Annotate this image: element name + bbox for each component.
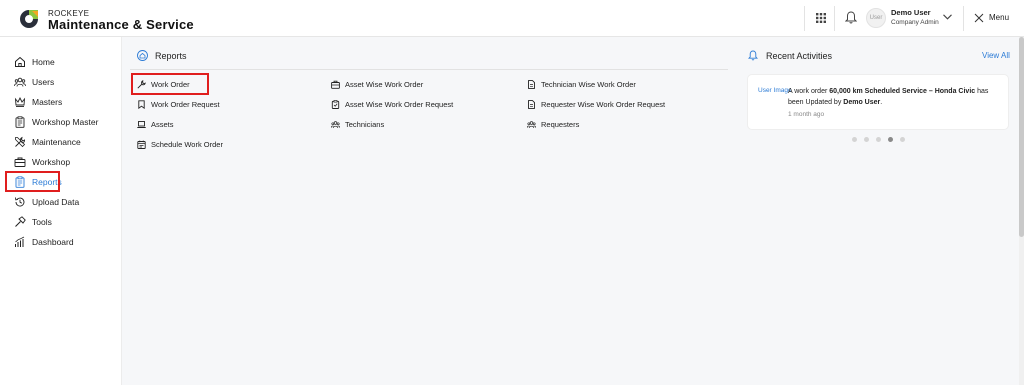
- reports-heading: Reports: [137, 50, 187, 61]
- report-link-asset-wise-work-order-request[interactable]: Asset Wise Work Order Request: [331, 100, 453, 109]
- sidebar-item-label: Users: [32, 77, 55, 87]
- activity-timestamp: 1 month ago: [788, 111, 825, 118]
- report-link-label: Asset Wise Work Order Request: [345, 100, 454, 109]
- carousel-dot[interactable]: [852, 137, 857, 142]
- recent-activities-title: Recent Activities: [766, 50, 833, 61]
- sidebar-item-maintenance[interactable]: Maintenance: [14, 134, 81, 150]
- briefcase-icon: [14, 157, 26, 167]
- document-icon: [528, 100, 535, 109]
- report-link-asset-wise-work-order[interactable]: Asset Wise Work Order: [331, 80, 423, 89]
- home-circle-icon: [137, 50, 148, 61]
- divider: [963, 6, 964, 31]
- user-role: Company Admin: [891, 19, 939, 26]
- sidebar-item-upload-data[interactable]: Upload Data: [14, 194, 79, 210]
- report-link-requesters[interactable]: Requesters: [527, 120, 579, 129]
- page-title: Reports: [155, 50, 187, 61]
- user-image-placeholder: User Image: [758, 87, 792, 94]
- report-link-schedule-work-order[interactable]: Schedule Work Order: [137, 140, 223, 149]
- carousel-dots: [852, 137, 912, 142]
- activity-user: Demo User: [843, 99, 881, 106]
- sidebar-item-label: Upload Data: [32, 197, 80, 207]
- sidebar-item-label: Workshop Master: [32, 117, 99, 127]
- carousel-dot[interactable]: [864, 137, 869, 142]
- sidebar-item-label: Masters: [32, 97, 63, 107]
- work-order-highlight-box: [131, 73, 209, 95]
- carousel-dot-active[interactable]: [888, 137, 893, 142]
- divider: [834, 6, 835, 31]
- report-link-work-order-request[interactable]: Work Order Request: [137, 100, 220, 109]
- history-icon: [15, 197, 25, 207]
- reports-highlight-box: [5, 171, 60, 192]
- sidebar-item-workshop[interactable]: Workshop: [14, 154, 70, 170]
- report-link-label: Requester Wise Work Order Request: [541, 100, 666, 109]
- view-all-link[interactable]: View All: [982, 51, 1010, 60]
- report-link-technician-wise-work-order[interactable]: Technician Wise Work Order: [527, 80, 636, 89]
- activity-text-pre: A work order: [788, 88, 830, 95]
- scrollbar-thumb[interactable]: [1019, 37, 1024, 237]
- report-link-label: Asset Wise Work Order: [345, 80, 424, 89]
- main-content: Reports Work Order Work Order Request As…: [122, 37, 1022, 385]
- bell-icon: [748, 50, 758, 61]
- notification-bell-icon[interactable]: [845, 11, 857, 24]
- close-icon[interactable]: [974, 13, 984, 23]
- avatar-alt: User: [869, 15, 883, 21]
- activity-card[interactable]: User Image A work order 60,000 km Schedu…: [747, 74, 1009, 130]
- bookmark-icon: [138, 100, 145, 109]
- report-link-label: Requesters: [541, 120, 580, 129]
- document-icon: [528, 80, 535, 89]
- sidebar-item-home[interactable]: Home: [14, 54, 55, 70]
- report-link-label: Technicians: [345, 120, 385, 129]
- sidebar-item-users[interactable]: Users: [14, 74, 54, 90]
- users-icon: [331, 121, 340, 129]
- report-link-assets[interactable]: Assets: [137, 120, 174, 129]
- app-title: Maintenance & Service: [48, 17, 194, 32]
- sidebar-item-dashboard[interactable]: Dashboard: [14, 234, 74, 250]
- sidebar-item-label: Dashboard: [32, 237, 74, 247]
- report-link-requester-wise-work-order-request[interactable]: Requester Wise Work Order Request: [527, 100, 665, 109]
- report-link-label: Assets: [151, 120, 174, 129]
- user-name[interactable]: Demo User: [891, 8, 931, 17]
- calendar-icon: [137, 140, 146, 149]
- avatar[interactable]: User: [866, 8, 886, 28]
- sidebar-item-masters[interactable]: Masters: [14, 94, 62, 110]
- app-window: ROCKEYE Maintenance & Service User Demo …: [0, 0, 1024, 385]
- report-link-label: Schedule Work Order: [151, 140, 223, 149]
- chart-icon: [15, 236, 25, 247]
- chevron-down-icon[interactable]: [943, 14, 952, 20]
- menu-button[interactable]: Menu: [989, 13, 1009, 22]
- sidebar: Home Users Masters Workshop Master Maint…: [0, 37, 122, 385]
- users-icon: [527, 121, 536, 129]
- crown-icon: [14, 96, 26, 107]
- tools-icon: [15, 136, 26, 148]
- apps-grid-icon[interactable]: [816, 13, 826, 23]
- users-icon: [14, 77, 26, 87]
- carousel-dot[interactable]: [900, 137, 905, 142]
- hammer-icon: [15, 216, 26, 227]
- sidebar-item-label: Maintenance: [32, 137, 81, 147]
- logo-icon: [20, 10, 38, 28]
- clipboard-icon: [331, 100, 340, 109]
- scrollbar[interactable]: [1019, 37, 1024, 385]
- sidebar-item-label: Tools: [32, 217, 52, 227]
- clipboard-icon: [15, 116, 25, 128]
- report-link-technicians[interactable]: Technicians: [331, 120, 384, 129]
- report-link-label: Work Order Request: [151, 100, 220, 109]
- top-header: ROCKEYE Maintenance & Service User Demo …: [0, 0, 1024, 37]
- briefcase-icon: [331, 80, 340, 89]
- recent-activities-heading: Recent Activities: [748, 50, 832, 61]
- carousel-dot[interactable]: [876, 137, 881, 142]
- divider: [130, 69, 728, 70]
- sidebar-item-tools[interactable]: Tools: [14, 214, 52, 230]
- home-icon: [15, 56, 25, 67]
- sidebar-item-workshop-master[interactable]: Workshop Master: [14, 114, 98, 130]
- activity-text-end: .: [880, 99, 883, 106]
- divider: [804, 6, 805, 31]
- activity-subject: 60,000 km Scheduled Service – Honda Civi…: [829, 88, 976, 95]
- activity-text: A work order 60,000 km Scheduled Service…: [788, 86, 1004, 108]
- sidebar-item-label: Workshop: [32, 157, 71, 167]
- report-link-label: Technician Wise Work Order: [541, 80, 636, 89]
- sidebar-item-label: Home: [32, 57, 55, 67]
- laptop-icon: [137, 121, 146, 128]
